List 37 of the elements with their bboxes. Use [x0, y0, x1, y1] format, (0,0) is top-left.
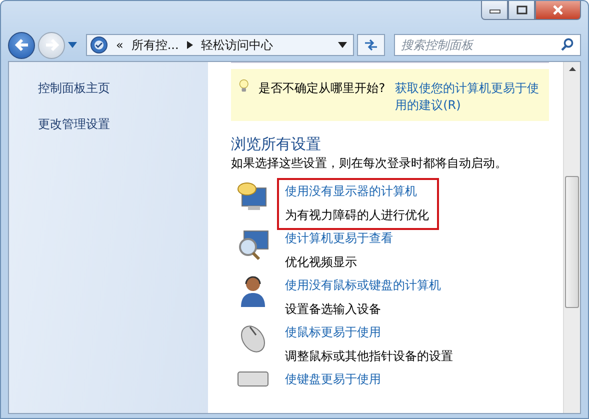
close-icon — [552, 5, 564, 15]
search-icon — [561, 38, 574, 51]
address-bar[interactable]: « 所有控... 轻松访问中心 — [86, 34, 354, 56]
refresh-button[interactable] — [357, 34, 385, 56]
sidebar-link[interactable]: 更改管理设置 — [38, 116, 110, 133]
search-field[interactable]: 搜索控制面板 — [394, 34, 581, 56]
setting-description: 设置备选输入设备 — [285, 301, 382, 318]
setting-link[interactable]: 使键盘更易于使用 — [285, 371, 381, 388]
setting-link[interactable]: 使计算机更易于查看 — [285, 230, 393, 247]
close-button[interactable] — [535, 1, 581, 20]
breadcrumb[interactable]: « — [116, 38, 124, 52]
breadcrumb[interactable]: 轻松访问中心 — [200, 36, 273, 54]
scrollbar-thumb[interactable] — [565, 176, 579, 308]
setting-link[interactable]: 使鼠标更易于使用 — [285, 324, 453, 341]
history-dropdown-icon[interactable] — [68, 42, 77, 48]
dropdown-arrow-icon[interactable] — [338, 42, 347, 48]
control-panel-icon — [90, 36, 108, 54]
setting-link[interactable]: 使用没有鼠标或键盘的计算机 — [285, 277, 441, 294]
section-heading: 浏览所有设置 — [231, 135, 322, 154]
maximize-icon — [516, 5, 528, 15]
setting-link[interactable]: 使用没有显示器的计算机 — [285, 183, 429, 200]
setting-description: 调整鼠标或其他指针设备的设置 — [285, 348, 453, 365]
tip-text: 是否不确定从哪里开始? — [258, 80, 386, 97]
chevron-icon — [186, 41, 193, 49]
setting-description: 为有视力障碍的人进行优化 — [285, 207, 429, 224]
suggestions-link[interactable]: 获取使您的计算机更易于使用的建议(R) — [395, 80, 541, 114]
sidebar-link[interactable]: 控制面板主页 — [38, 80, 110, 97]
back-button[interactable] — [8, 32, 35, 58]
breadcrumb[interactable]: 所有控... — [131, 36, 179, 54]
right-arrow-icon — [44, 38, 60, 52]
refresh-icon — [363, 38, 379, 52]
minimize-button[interactable] — [481, 1, 508, 20]
section-description: 如果选择这些设置，则在每次登录时都将自动启动。 — [231, 155, 508, 172]
scrollbar[interactable] — [563, 62, 580, 413]
maximize-button[interactable] — [508, 1, 535, 20]
left-arrow-icon — [14, 38, 30, 52]
setting-description: 优化视频显示 — [285, 254, 358, 271]
